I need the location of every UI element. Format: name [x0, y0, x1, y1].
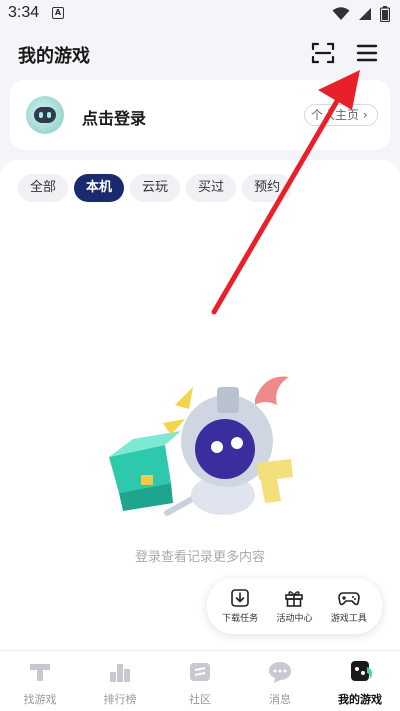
ranking-icon — [110, 664, 130, 682]
bottom-navigation: 找游戏 排行榜 社区 消息 我的游戏 — [0, 650, 400, 711]
annotation-arrow — [211, 70, 360, 315]
nav-my-games[interactable]: 我的游戏 — [320, 651, 400, 711]
message-icon — [269, 662, 291, 683]
find-games-icon — [30, 664, 50, 681]
nav-community[interactable]: 社区 — [160, 651, 240, 711]
my-games-icon — [351, 661, 372, 681]
nav-label: 我的游戏 — [338, 693, 382, 706]
nav-messages[interactable]: 消息 — [240, 651, 320, 711]
nav-find-games[interactable]: 找游戏 — [0, 651, 80, 711]
nav-ranking[interactable]: 排行榜 — [80, 651, 160, 711]
nav-label: 排行榜 — [103, 693, 137, 706]
nav-label: 消息 — [269, 693, 291, 706]
community-icon — [190, 663, 210, 681]
nav-label: 社区 — [189, 693, 211, 706]
nav-label: 找游戏 — [23, 693, 57, 706]
